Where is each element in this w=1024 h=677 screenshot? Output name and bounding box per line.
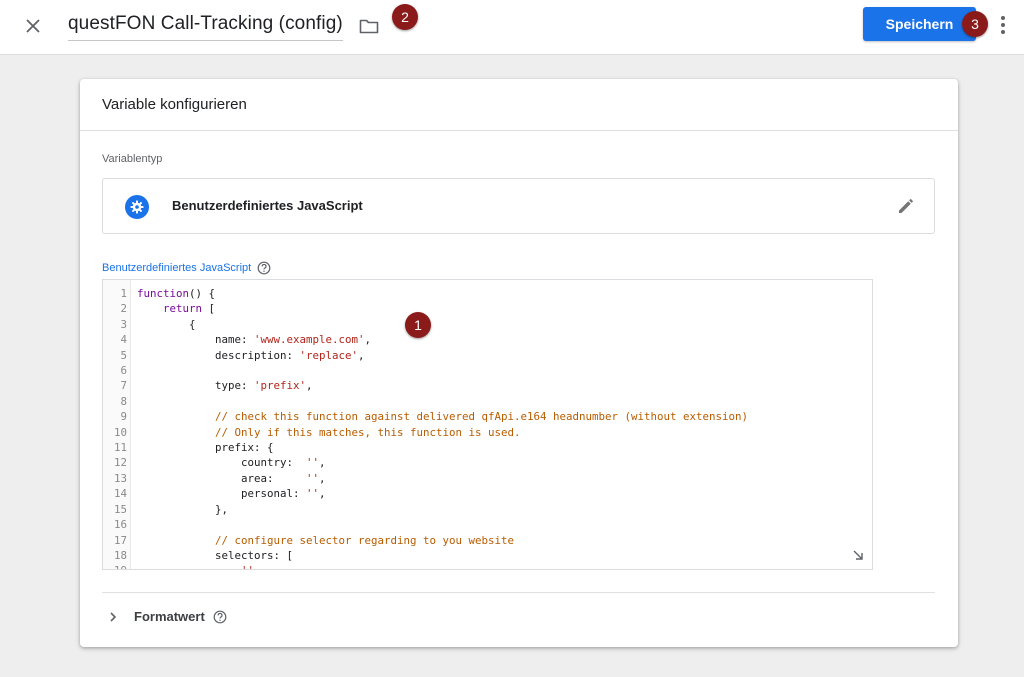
card-title: Variable konfigurieren: [80, 79, 958, 131]
custom-js-label-text: Benutzerdefiniertes JavaScript: [102, 262, 252, 274]
folder-icon: [359, 19, 379, 34]
code-line: prefix: {: [137, 441, 274, 455]
line-number: 3: [120, 317, 127, 331]
code-line: // configure selector regarding to you w…: [215, 533, 515, 547]
pencil-icon[interactable]: [896, 196, 916, 216]
gear-icon: [125, 195, 149, 219]
line-number: 4: [120, 333, 127, 347]
line-number: 8: [120, 394, 127, 408]
top-bar: questFON Call-Tracking (config) 2 Speich…: [0, 0, 1024, 55]
code-line: selectors: [: [137, 548, 294, 562]
code-line: },: [137, 502, 229, 516]
code-line: // check this function against delivered…: [215, 410, 749, 424]
resize-icon[interactable]: [852, 549, 864, 561]
variable-type-label: Variablentyp: [102, 153, 163, 165]
line-number-gutter: 12345678910111213141516171819: [103, 280, 131, 569]
variable-type-selector[interactable]: Benutzerdefiniertes JavaScript: [102, 178, 935, 234]
folder-button[interactable]: [356, 13, 382, 39]
format-value-label: Formatwert: [134, 609, 205, 624]
line-number: 18: [113, 548, 127, 562]
line-number: 11: [113, 441, 127, 455]
code-line: function() {: [137, 287, 216, 300]
line-number: 6: [120, 364, 127, 378]
line-number: 14: [113, 487, 127, 501]
line-number: 2: [120, 302, 127, 316]
line-number: 10: [113, 425, 127, 439]
line-number: 13: [113, 471, 127, 485]
callout-badge-1: 1: [405, 312, 431, 338]
code-line: return [: [163, 302, 216, 316]
code-line: personal: '',: [137, 487, 326, 501]
code-line: type: 'prefix',: [137, 379, 313, 393]
close-icon: [26, 19, 40, 33]
line-number: 15: [113, 502, 127, 516]
line-number: 17: [113, 533, 127, 547]
line-number: 19: [103, 563, 130, 569]
code-line: area: '',: [137, 471, 326, 485]
save-button[interactable]: Speichern: [863, 7, 976, 41]
code-line: // Only if this matches, this function i…: [215, 425, 521, 439]
format-value-toggle[interactable]: Formatwert: [106, 609, 227, 624]
code-line: description: 'replace',: [137, 348, 365, 362]
code-line: {: [137, 317, 196, 331]
custom-js-label: Benutzerdefiniertes JavaScript: [102, 261, 271, 275]
more-options-button[interactable]: [993, 12, 1013, 38]
chevron-right-icon: [110, 611, 117, 622]
callout-badge-3: 3: [962, 11, 988, 37]
code-content[interactable]: function() { return [ { name: 'www.examp…: [137, 286, 749, 569]
code-editor[interactable]: 12345678910111213141516171819 function()…: [102, 279, 873, 570]
line-number: 7: [120, 379, 127, 393]
close-button[interactable]: [18, 11, 48, 41]
tag-name-input[interactable]: questFON Call-Tracking (config): [68, 13, 343, 41]
code-line: country: '',: [137, 456, 326, 470]
code-line: '': [137, 563, 748, 569]
more-vert-icon: [1001, 16, 1005, 20]
line-number: 12: [113, 456, 127, 470]
code-line: name: 'www.example.com',: [137, 333, 372, 347]
line-number: 1: [120, 287, 127, 300]
line-number: 16: [113, 518, 127, 532]
help-icon[interactable]: [213, 610, 227, 624]
help-icon[interactable]: [257, 261, 271, 275]
divider: [102, 592, 935, 593]
variable-type-value: Benutzerdefiniertes JavaScript: [172, 198, 363, 213]
line-number: 5: [120, 348, 127, 362]
variable-config-card: Variable konfigurieren Variablentyp Benu…: [80, 79, 958, 647]
callout-badge-2: 2: [392, 4, 418, 30]
line-number: 9: [120, 410, 127, 424]
